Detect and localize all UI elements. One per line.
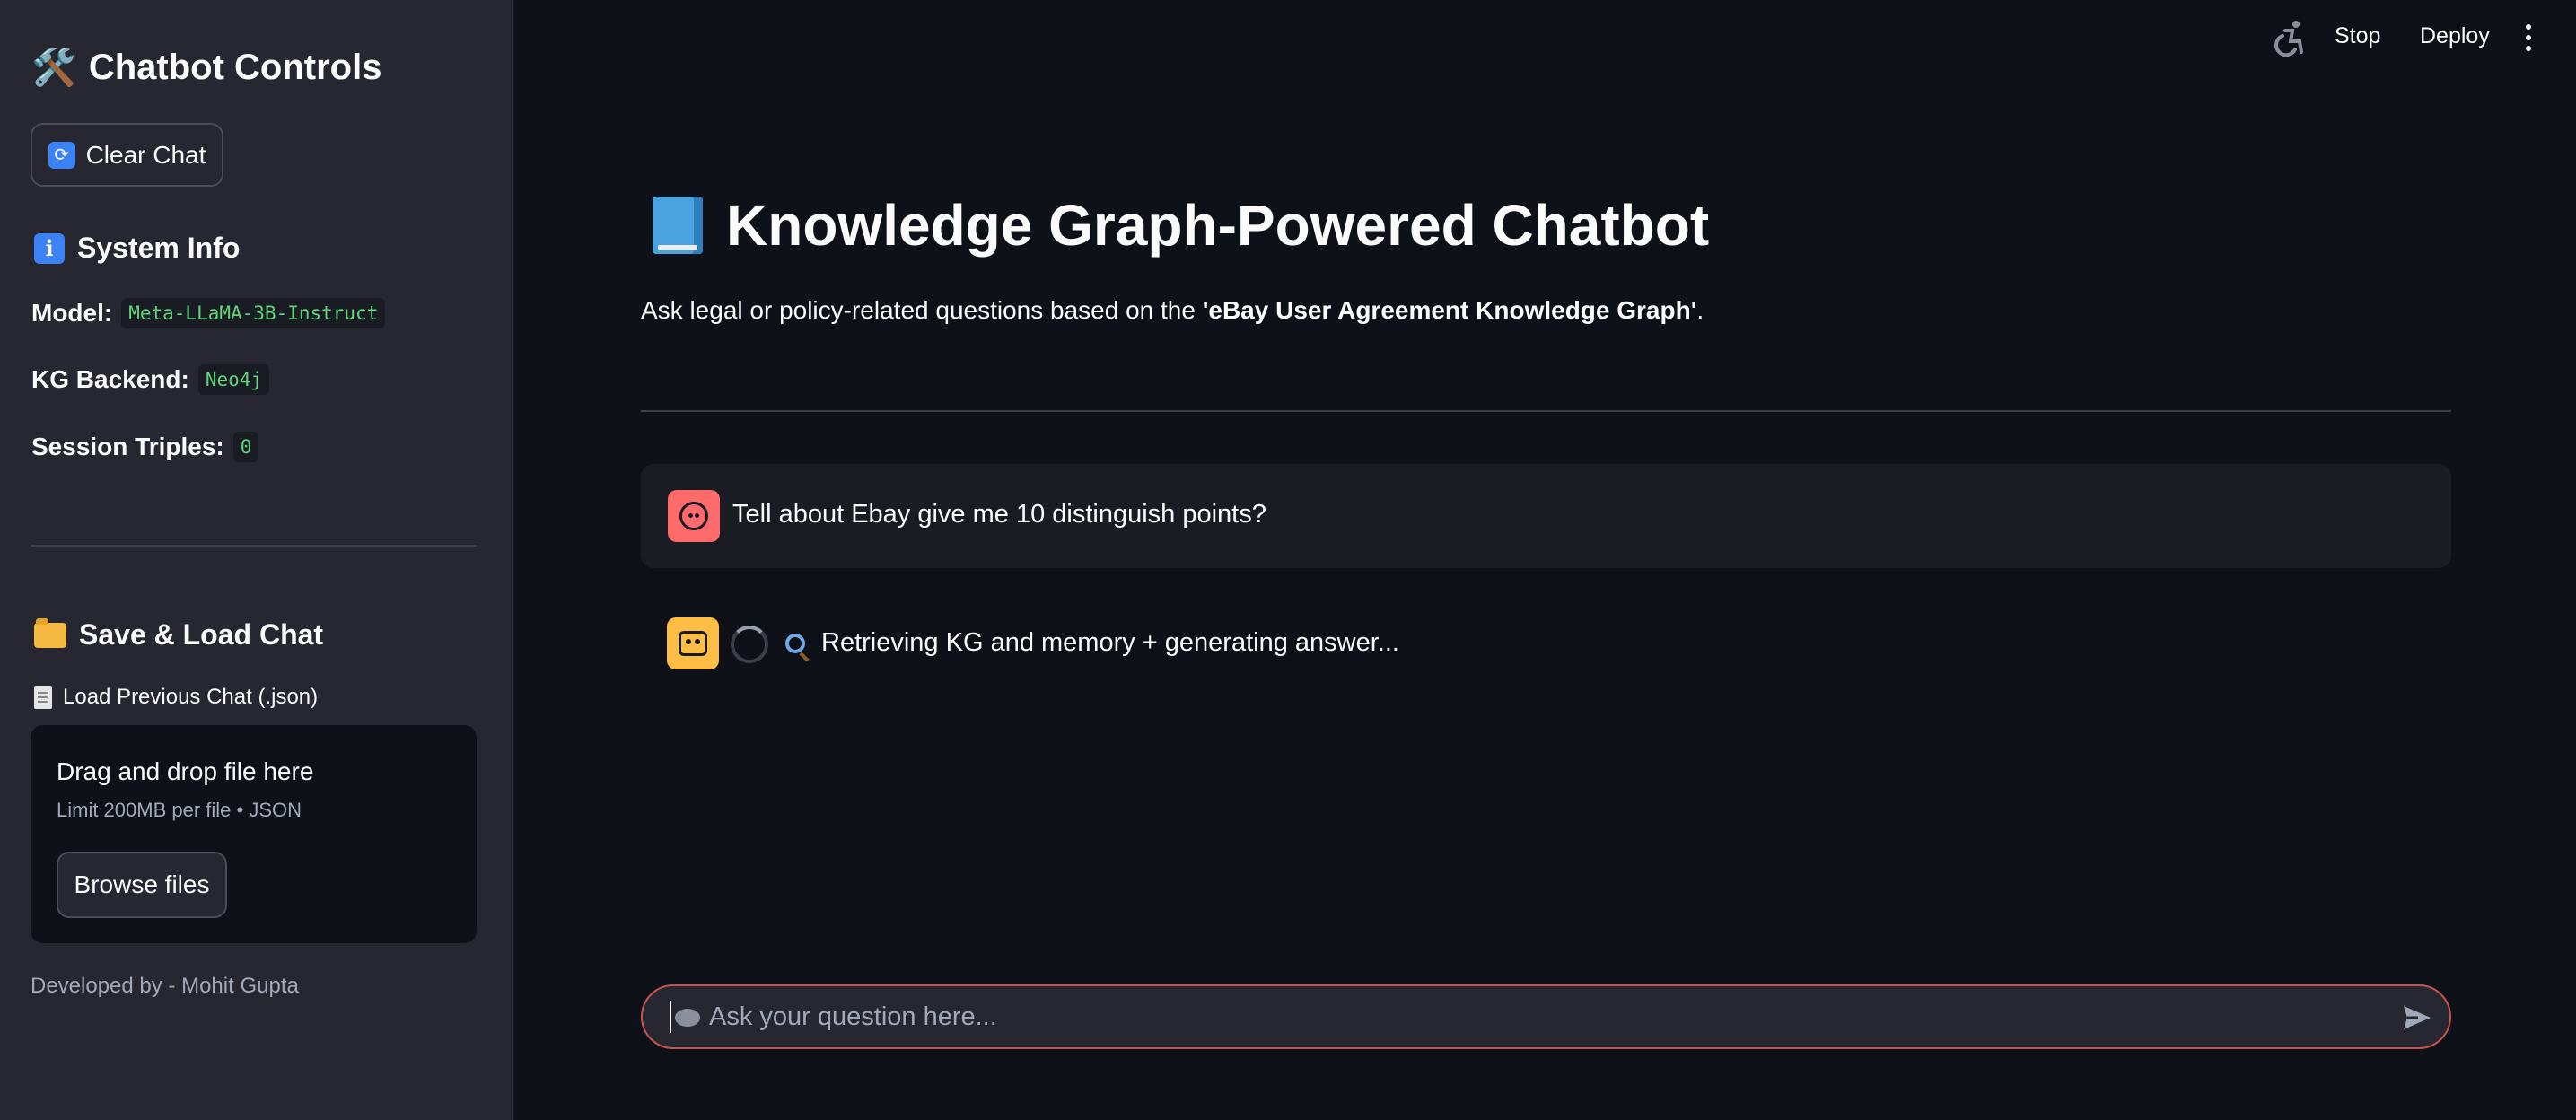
model-value: Meta-LLaMA-3B-Instruct [121,298,386,328]
clear-chat-label: Clear Chat [85,140,206,169]
browse-files-button[interactable]: Browse files [57,852,227,918]
speech-bubble-icon [675,1009,700,1027]
page-title: Knowledge Graph-Powered Chatbot [653,192,1709,258]
session-triples-label: Session Triples: [31,433,224,460]
upload-label: Load Previous Chat (.json) [34,685,318,710]
developer-credit: Developed by - Mohit Gupta [31,974,299,998]
kg-backend-label: KG Backend: [31,365,189,393]
app-root: 🛠️ Chatbot Controls ⟳ Clear Chat i Syste… [0,0,2576,1120]
kg-backend-value: Neo4j [197,364,270,395]
model-row: Model: Meta-LLaMA-3B-Instruct [31,298,386,328]
sidebar: 🛠️ Chatbot Controls ⟳ Clear Chat i Syste… [0,0,513,1120]
subtitle-suffix: . [1696,296,1704,324]
page-subtitle: Ask legal or policy-related questions ba… [641,296,1704,325]
sidebar-title: 🛠️ Chatbot Controls [31,47,381,89]
user-message-text: Tell about Ebay give me 10 distinguish p… [732,500,1266,529]
upload-label-text: Load Previous Chat (.json) [63,685,319,709]
tools-icon: 🛠️ [31,48,76,89]
loading-spinner-icon [731,626,768,663]
assistant-avatar-icon [667,617,719,669]
sidebar-divider [31,545,477,547]
subtitle-prefix: Ask legal or policy-related questions ba… [641,296,1203,324]
send-icon[interactable] [2402,1004,2432,1031]
session-triples-row: Session Triples: 0 [31,432,259,462]
magnifier-icon [785,634,805,653]
save-load-heading-text: Save & Load Chat [79,618,324,651]
main-menu-icon[interactable] [2519,24,2537,51]
assistant-message-text: Retrieving KG and memory + generating an… [821,628,1399,657]
info-icon: i [34,232,65,264]
folder-icon [34,617,66,648]
text-caret [670,1001,671,1033]
chat-input-box[interactable] [641,984,2451,1049]
system-info-heading-text: System Info [77,232,241,264]
kg-backend-row: KG Backend: Neo4j [31,364,270,395]
stop-button[interactable]: Stop [2335,23,2380,49]
page-title-text: Knowledge Graph-Powered Chatbot [726,193,1710,258]
accessibility-icon[interactable] [2273,20,2305,57]
dropzone-limit: Limit 200MB per file • JSON [57,799,302,821]
main-divider [641,410,2451,412]
model-label: Model: [31,299,113,327]
user-message: Tell about Ebay give me 10 distinguish p… [641,464,2451,568]
user-avatar-icon [668,490,720,542]
book-icon [653,197,703,254]
clear-chat-button[interactable]: ⟳ Clear Chat [31,123,223,187]
subtitle-bold: 'eBay User Agreement Knowledge Graph' [1202,296,1697,324]
system-info-heading: i System Info [34,232,240,265]
sidebar-title-text: Chatbot Controls [88,48,382,87]
document-icon [34,686,52,709]
chat-input[interactable] [709,986,2361,1047]
dropzone-title: Drag and drop file here [57,757,314,785]
refresh-icon: ⟳ [48,141,75,169]
save-load-heading: Save & Load Chat [34,617,324,652]
deploy-button[interactable]: Deploy [2420,23,2490,49]
session-triples-value: 0 [232,432,259,462]
